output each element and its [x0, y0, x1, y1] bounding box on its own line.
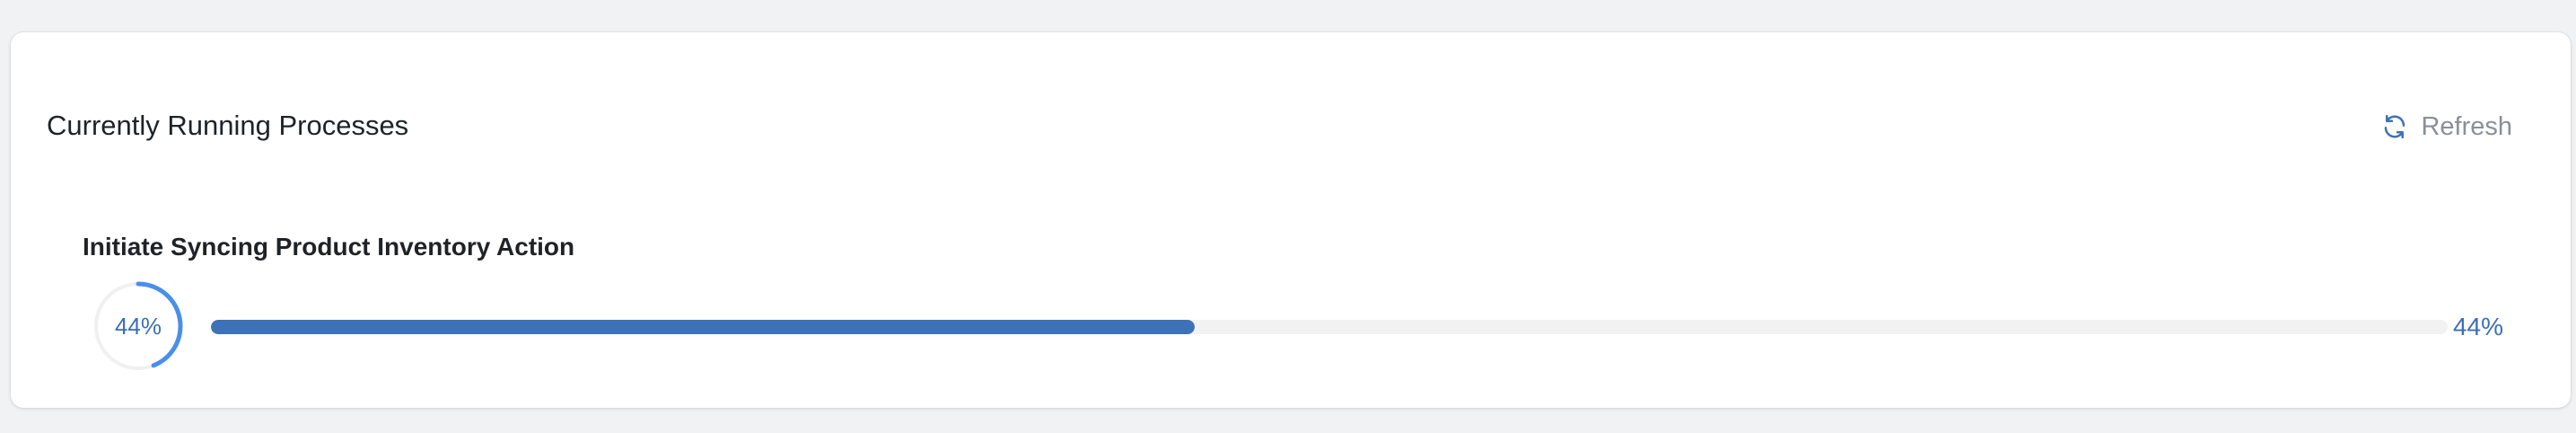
- card-title: Currently Running Processes: [47, 110, 409, 141]
- running-processes-card: Currently Running Processes Refresh Init…: [11, 32, 2571, 408]
- refresh-button[interactable]: Refresh: [2381, 111, 2512, 142]
- progress-ring: 44%: [92, 279, 185, 373]
- refresh-label: Refresh: [2421, 112, 2512, 141]
- progress-bar-label: 44%: [2452, 313, 2503, 340]
- progress-bar-track: [211, 320, 2448, 334]
- refresh-icon: [2381, 113, 2408, 140]
- progress-ring-label: 44%: [114, 312, 162, 340]
- progress-bar-fill: [211, 320, 1196, 334]
- process-name: Initiate Syncing Product Inventory Actio…: [83, 233, 575, 261]
